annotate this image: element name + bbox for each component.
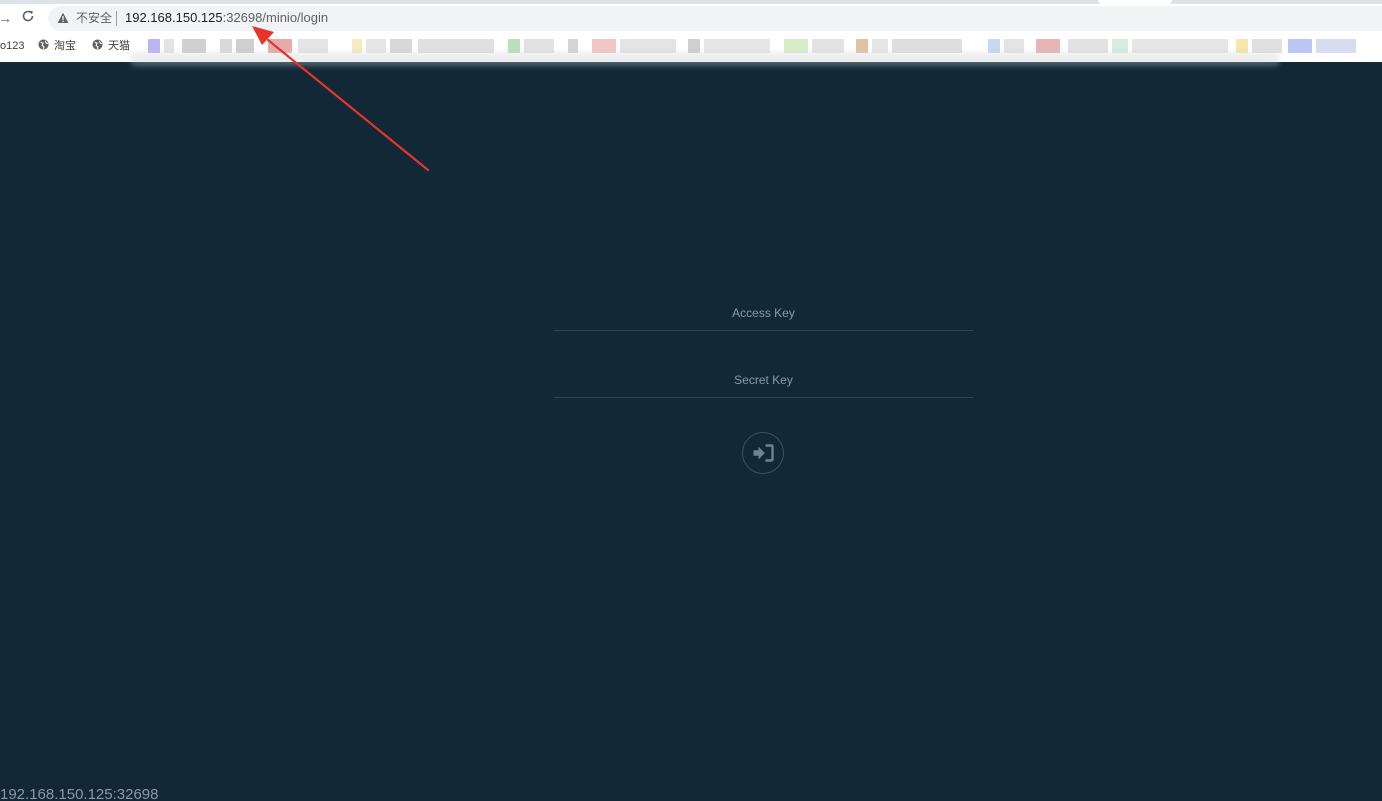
- bookmark-label: 淘宝: [54, 40, 76, 52]
- sign-in-icon: [753, 444, 774, 462]
- globe-icon: [92, 39, 103, 50]
- browser-window: → 不安全 192.168.150.125:32698/minio/login: [0, 0, 1382, 801]
- login-button[interactable]: [742, 432, 784, 474]
- reload-icon[interactable]: [21, 9, 35, 26]
- redaction-smudge: [130, 52, 1280, 66]
- address-bar[interactable]: 不安全 192.168.150.125:32698/minio/login: [48, 6, 1382, 31]
- access-key-input[interactable]: [554, 295, 973, 331]
- url-path: /minio/login: [262, 10, 329, 25]
- security-label[interactable]: 不安全: [76, 11, 112, 26]
- url-text[interactable]: 192.168.150.125:32698/minio/login: [125, 10, 328, 26]
- warning-triangle-icon[interactable]: [57, 12, 69, 24]
- status-bar-url: 192.168.150.125:32698: [0, 786, 159, 801]
- secret-key-input[interactable]: [554, 362, 973, 398]
- url-port: :32698: [222, 10, 263, 25]
- address-divider: [116, 11, 117, 26]
- bookmark-tmall[interactable]: 天猫: [92, 39, 130, 53]
- bookmark-taobao[interactable]: 淘宝: [38, 39, 76, 53]
- bookmark-label: 天猫: [108, 40, 130, 52]
- annotation-arrow: [252, 26, 430, 172]
- globe-icon: [38, 39, 49, 50]
- bookmark-o123[interactable]: o123: [0, 39, 24, 53]
- arrow-right-icon[interactable]: →: [0, 10, 12, 26]
- url-host: 192.168.150.125: [125, 10, 223, 25]
- bookmark-label: o123: [0, 40, 25, 52]
- browser-toolbar: → 不安全 192.168.150.125:32698/minio/login: [0, 4, 1382, 34]
